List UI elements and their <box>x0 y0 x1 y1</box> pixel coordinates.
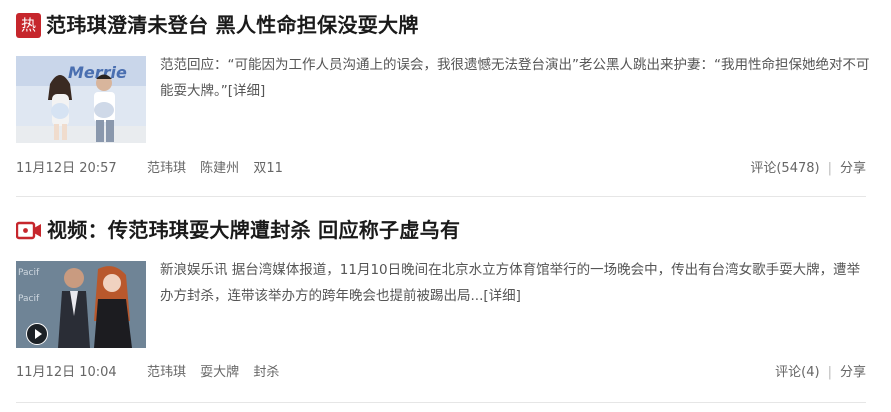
article-summary: 新浪娱乐讯 据台湾媒体报道，11月10日晚间在北京水立方体育馆举行的一场晚会中，… <box>160 257 870 309</box>
share-button[interactable]: 分享 <box>840 161 866 176</box>
article-card: 视频：传范玮琪耍大牌遭封杀 回应称子虚乌有 Pacif Pacif 新浪娱乐讯 … <box>0 205 891 412</box>
article-title-link[interactable]: 视频：传范玮琪耍大牌遭封杀 回应称子虚乌有 <box>47 217 460 243</box>
article-actions: 评论(4) | 分享 <box>775 361 866 380</box>
svg-text:Pacif: Pacif <box>18 268 40 278</box>
publish-time: 11月12日 20:57 <box>16 161 117 176</box>
article-divider <box>16 402 866 403</box>
share-button[interactable]: 分享 <box>840 365 866 380</box>
article-title-row: 热 范玮琪澄清未登台 黑人性命担保没耍大牌 <box>16 12 419 38</box>
article-card: 热 范玮琪澄清未登台 黑人性命担保没耍大牌 Merrie 范范回应：“可能因为工… <box>0 0 891 197</box>
summary-text: 范范回应：“可能因为工作人员沟通上的误会，我很遗憾无法登台演出”老公黑人跳出来护… <box>160 57 870 99</box>
action-separator: | <box>827 161 832 176</box>
publish-time: 11月12日 10:04 <box>16 365 117 380</box>
hot-badge-icon: 热 <box>16 12 41 38</box>
tag-link[interactable]: 范玮琪 <box>147 365 186 380</box>
play-icon[interactable] <box>26 323 48 345</box>
tag-link[interactable]: 范玮琪 <box>147 161 186 176</box>
article-thumbnail[interactable]: Pacif Pacif <box>16 261 146 348</box>
tag-link[interactable]: 耍大牌 <box>200 365 239 380</box>
thumbnail-image: Merrie <box>16 56 146 143</box>
article-actions: 评论(5478) | 分享 <box>750 157 866 176</box>
tag-list: 范玮琪 陈建州 双11 <box>147 157 293 176</box>
comment-link[interactable]: 评论(5478) <box>750 161 819 176</box>
comment-link[interactable]: 评论(4) <box>775 365 819 380</box>
article-summary: 范范回应：“可能因为工作人员沟通上的误会，我很遗憾无法登台演出”老公黑人跳出来护… <box>160 52 870 104</box>
article-title-link[interactable]: 范玮琪澄清未登台 黑人性命担保没耍大牌 <box>46 12 419 38</box>
video-camera-icon <box>16 221 41 239</box>
action-separator: | <box>827 365 832 380</box>
details-link[interactable]: [详细] <box>483 288 521 304</box>
tag-link[interactable]: 封杀 <box>253 365 279 380</box>
article-divider <box>16 196 866 197</box>
news-feed: 热 范玮琪澄清未登台 黑人性命担保没耍大牌 Merrie 范范回应：“可能因为工… <box>0 0 891 412</box>
tag-link[interactable]: 双11 <box>253 161 283 176</box>
details-link[interactable]: [详细] <box>228 83 266 99</box>
svg-text:Pacif: Pacif <box>18 294 40 304</box>
article-title-row: 视频：传范玮琪耍大牌遭封杀 回应称子虚乌有 <box>16 217 460 243</box>
article-thumbnail[interactable]: Merrie <box>16 56 146 143</box>
tag-list: 范玮琪 耍大牌 封杀 <box>147 361 289 380</box>
tag-link[interactable]: 陈建州 <box>200 161 239 176</box>
